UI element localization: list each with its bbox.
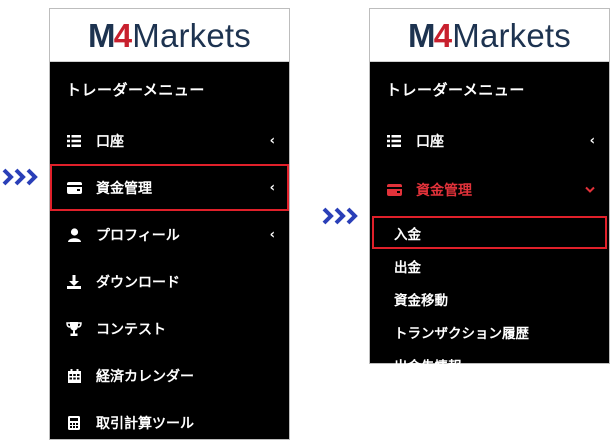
menu-item-label: 口座 bbox=[96, 133, 124, 150]
wallet-icon bbox=[66, 180, 82, 196]
list-icon bbox=[386, 133, 402, 149]
menu-item-label: コンテスト bbox=[96, 321, 166, 338]
menu-item-trade-calculator[interactable]: 取引計算ツール bbox=[50, 399, 289, 446]
menu-item-label: プロフィール bbox=[96, 227, 180, 244]
menu-item-label: ダウンロード bbox=[96, 274, 180, 291]
submenu-item-deposit[interactable]: 入金 bbox=[372, 216, 607, 249]
logo-letter-m: M bbox=[87, 16, 116, 54]
submenu-item-withdrawal[interactable]: 出金 bbox=[370, 249, 609, 282]
trader-menu-sidebar-collapsed: M4Markets トレーダーメニュー 口座 ‹ 資金管理 ‹ プロフィール ‹… bbox=[49, 8, 290, 440]
brand-logo[interactable]: M4Markets bbox=[370, 9, 609, 62]
logo-digit-4: 4 bbox=[113, 16, 133, 54]
user-icon bbox=[66, 227, 82, 243]
menu-item-fund-management[interactable]: 資金管理 ‹ bbox=[50, 164, 289, 211]
chevron-left-icon: ‹ bbox=[269, 180, 275, 195]
chevron-down-icon bbox=[585, 183, 595, 198]
menu-item-fund-management[interactable]: 資金管理 bbox=[370, 164, 609, 216]
logo-wordmark: Markets bbox=[452, 16, 572, 54]
menu-item-account[interactable]: 口座 ‹ bbox=[50, 117, 289, 164]
brand-logo[interactable]: M4Markets bbox=[50, 9, 289, 62]
menu-item-contest[interactable]: コンテスト bbox=[50, 305, 289, 352]
download-icon bbox=[66, 274, 82, 290]
calculator-icon bbox=[66, 415, 82, 431]
chevron-left-icon: ‹ bbox=[269, 227, 275, 242]
menu-title: トレーダーメニュー bbox=[386, 81, 525, 99]
calendar-icon bbox=[66, 368, 82, 384]
fund-management-submenu: 入金 出金 資金移動 トランザクション履歴 出金先情報 bbox=[370, 216, 609, 381]
chevron-left-icon: ‹ bbox=[269, 133, 275, 148]
menu-item-label: 資金管理 bbox=[96, 180, 152, 197]
submenu-item-withdrawal-destination[interactable]: 出金先情報 bbox=[370, 348, 609, 381]
submenu-item-transaction-history[interactable]: トランザクション履歴 bbox=[370, 315, 609, 348]
trader-menu-sidebar-expanded: M4Markets トレーダーメニュー 口座 ‹ 資金管理 入金 出金 資金移動… bbox=[369, 8, 610, 375]
logo-letter-m: M bbox=[407, 16, 436, 54]
menu-item-label: 資金管理 bbox=[416, 183, 472, 199]
menu-item-profile[interactable]: プロフィール ‹ bbox=[50, 211, 289, 258]
submenu-item-fund-transfer[interactable]: 資金移動 bbox=[370, 282, 609, 315]
menu-item-download[interactable]: ダウンロード bbox=[50, 258, 289, 305]
pointer-arrows-right bbox=[322, 207, 362, 225]
menu-title: トレーダーメニュー bbox=[66, 81, 205, 99]
list-icon bbox=[66, 133, 82, 149]
menu-item-label: 取引計算ツール bbox=[96, 415, 194, 432]
menu-item-economic-calendar[interactable]: 経済カレンダー bbox=[50, 352, 289, 399]
pointer-arrows-left bbox=[2, 168, 42, 186]
chevron-left-icon: ‹ bbox=[589, 133, 595, 148]
menu-item-label: 口座 bbox=[416, 133, 444, 150]
logo-wordmark: Markets bbox=[132, 16, 252, 54]
logo-digit-4: 4 bbox=[433, 16, 453, 54]
wallet-icon bbox=[386, 182, 402, 198]
trophy-icon bbox=[66, 321, 82, 337]
menu-item-label: 経済カレンダー bbox=[96, 368, 194, 385]
menu-item-account[interactable]: 口座 ‹ bbox=[370, 117, 609, 164]
